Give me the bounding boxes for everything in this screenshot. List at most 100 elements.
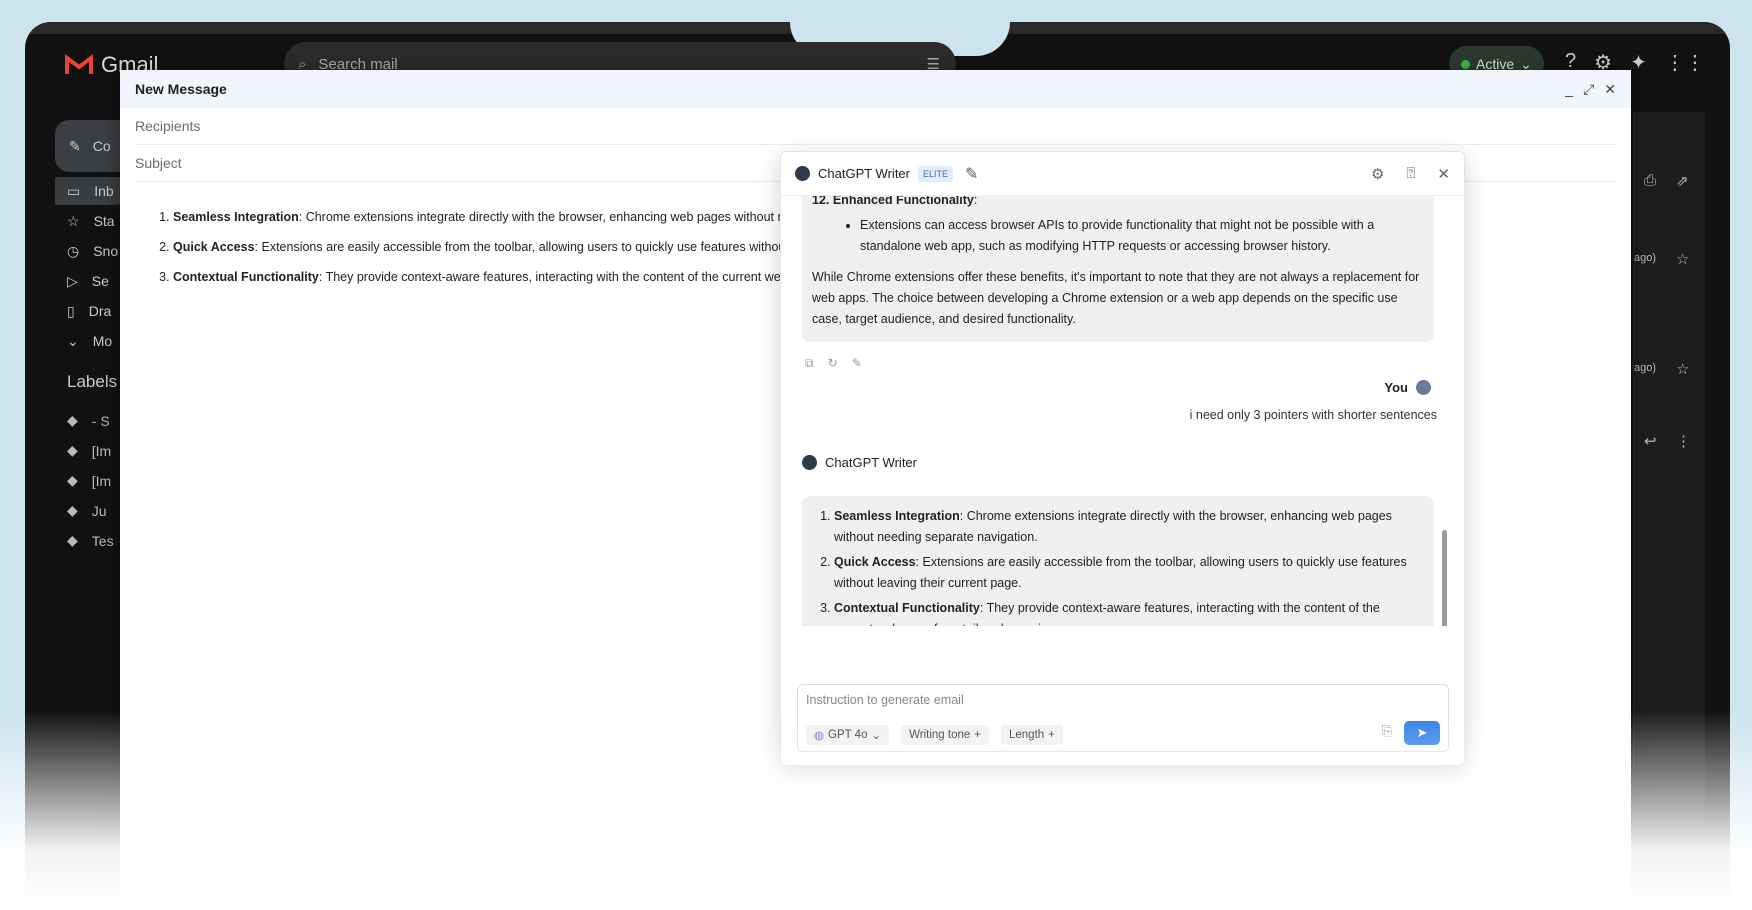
font-select[interactable]: Sans Serif bbox=[192, 869, 252, 884]
redo-icon[interactable]: ↷ bbox=[167, 868, 178, 884]
panel-title: ChatGPT Writer bbox=[818, 166, 910, 181]
more-vert-icon[interactable]: ⋮ bbox=[1676, 432, 1691, 450]
nav-starred[interactable]: ☆ Sta bbox=[55, 207, 130, 235]
previous-response: 12. Enhanced Functionality: Extensions c… bbox=[802, 196, 1434, 342]
nav-label: Mo bbox=[92, 333, 113, 349]
label-item[interactable]: ◆ [Im bbox=[67, 472, 111, 489]
label-icon: ◆ bbox=[67, 502, 78, 518]
send-icon: ➤ bbox=[1416, 725, 1428, 740]
label-icon: ◆ bbox=[67, 412, 78, 428]
nav-sent[interactable]: ▷ Se bbox=[55, 267, 130, 295]
item-text: : Chrome extensions integrate directly w… bbox=[298, 210, 799, 224]
edit-icon[interactable]: ✎ bbox=[852, 356, 862, 371]
prev-heading-text: 12. Enhanced Functionality bbox=[812, 196, 974, 207]
text-color-icon[interactable]: A bbox=[358, 869, 367, 884]
options-row: ◍ GPT 4o ⌄ Writing tone + Length + bbox=[806, 725, 1063, 745]
nav-label: Se bbox=[91, 273, 109, 289]
nav-label: Inb bbox=[94, 183, 114, 199]
strikethrough-icon[interactable]: S bbox=[525, 869, 534, 884]
bookmark-icon[interactable]: ⎘ bbox=[1382, 723, 1392, 739]
close-icon[interactable]: ✕ bbox=[1437, 165, 1450, 183]
label-icon: ◆ bbox=[67, 442, 78, 458]
reply-icon[interactable]: ↩ bbox=[1644, 432, 1657, 450]
bold-icon[interactable]: B bbox=[294, 869, 303, 884]
bot-name: ChatGPT Writer bbox=[825, 455, 917, 470]
item-title: Contextual Functionality bbox=[173, 270, 319, 284]
label-item[interactable]: ◆ [Im bbox=[67, 442, 111, 459]
chatgpt-writer-panel: ChatGPT Writer ELITE ✎ ⚙ ⍰ ✕ 12. Enhance… bbox=[780, 151, 1465, 766]
compose-title: New Message bbox=[135, 81, 227, 97]
chat-scrollbar[interactable] bbox=[1442, 210, 1447, 626]
nav-label: Sta bbox=[93, 213, 115, 229]
label-item[interactable]: ◆ - S bbox=[67, 412, 110, 429]
numbered-list-icon[interactable]: ⁝≡ bbox=[402, 868, 414, 884]
quote-icon[interactable]: ❝ bbox=[504, 868, 511, 884]
align-icon[interactable]: ≡ bbox=[381, 869, 389, 884]
nav-label: Dra bbox=[88, 303, 112, 319]
open-new-icon[interactable]: ⇗ bbox=[1676, 172, 1689, 190]
send-button[interactable]: ➤ bbox=[1404, 721, 1440, 745]
item-title: Seamless Integration bbox=[834, 509, 960, 523]
regenerate-icon[interactable]: ↻ bbox=[828, 356, 838, 371]
feedback-icon[interactable]: ⍰ bbox=[1406, 165, 1415, 183]
minimize-icon[interactable]: _ bbox=[1565, 81, 1573, 98]
underline-icon[interactable]: U bbox=[335, 869, 344, 884]
item-text: : Extensions are easily accessible from … bbox=[834, 555, 1407, 590]
clear-format-icon[interactable]: T̸ bbox=[548, 869, 556, 884]
model-select[interactable]: ◍ GPT 4o ⌄ bbox=[806, 725, 890, 745]
fullscreen-icon[interactable]: ⤢ bbox=[1583, 81, 1594, 98]
nav-inbox[interactable]: ▭ Inb bbox=[55, 177, 130, 205]
reading-pane: ⎙ ⇗ ago) ☆ ago) ☆ ↩ ⋮ bbox=[1633, 112, 1705, 832]
undo-icon[interactable]: ↶ bbox=[142, 868, 153, 884]
nav-drafts[interactable]: ▯ Dra bbox=[55, 297, 130, 325]
chevron-down-icon: ⌄ bbox=[871, 730, 882, 742]
clock-icon: ◷ bbox=[67, 242, 80, 259]
gear-icon[interactable]: ⚙ bbox=[1371, 165, 1384, 183]
italic-icon[interactable]: I bbox=[317, 869, 321, 884]
prev-heading-tail: : bbox=[973, 196, 978, 207]
scrollbar-thumb[interactable] bbox=[1442, 530, 1447, 626]
list-item: Extensions can access browser APIs to pr… bbox=[860, 215, 1424, 257]
snippet-time: ago) bbox=[1634, 252, 1657, 264]
close-icon[interactable]: ✕ bbox=[1604, 81, 1616, 98]
format-toolbar: ↶ ↷ Sans Serif тT B I U A ≡ ⁝≡ •≡ ⇤ ⇥ ❝ … bbox=[132, 862, 566, 890]
item-title: Seamless Integration bbox=[173, 210, 299, 224]
compose-header: New Message _ ⤢ ✕ bbox=[120, 70, 1631, 108]
label-item[interactable]: ◆ Tes bbox=[67, 532, 114, 549]
prev-bullets: Extensions can access browser APIs to pr… bbox=[812, 215, 1424, 257]
inbox-icon: ▭ bbox=[67, 182, 81, 199]
writing-tone-button[interactable]: Writing tone + bbox=[901, 725, 989, 745]
recipients-field[interactable]: Recipients bbox=[135, 108, 1616, 145]
nav-more[interactable]: ⌄ Mo bbox=[55, 327, 130, 355]
snippet-time: ago) bbox=[1634, 362, 1657, 374]
copy-icon[interactable]: ⧉ bbox=[805, 356, 814, 371]
panel-header: ChatGPT Writer ELITE ✎ ⚙ ⍰ ✕ bbox=[781, 152, 1464, 196]
apps-grid-icon[interactable]: ⋮⋮ bbox=[1665, 50, 1705, 75]
font-size-icon[interactable]: тT bbox=[266, 869, 280, 884]
length-button[interactable]: Length + bbox=[1000, 725, 1063, 745]
user-name: You bbox=[1384, 380, 1408, 395]
plus-icon: + bbox=[974, 729, 981, 741]
sparkle-icon[interactable]: ✦ bbox=[1630, 50, 1647, 75]
star-icon[interactable]: ☆ bbox=[1676, 360, 1689, 378]
edit-icon[interactable]: ✎ bbox=[965, 164, 978, 184]
star-icon: ☆ bbox=[67, 212, 80, 229]
instruction-input[interactable]: Instruction to generate email bbox=[806, 693, 964, 707]
label-name: [Im bbox=[91, 442, 112, 459]
star-icon[interactable]: ☆ bbox=[1676, 250, 1689, 268]
list-item: Contextual Functionality: They provide c… bbox=[834, 598, 1420, 626]
labels-heading: Labels bbox=[67, 372, 118, 391]
label-icon: ◆ bbox=[67, 532, 78, 548]
bullet-list-icon[interactable]: •≡ bbox=[428, 869, 440, 884]
compose-label: Co bbox=[92, 138, 111, 154]
label-name: Tes bbox=[91, 532, 114, 549]
print-icon[interactable]: ⎙ bbox=[1644, 172, 1656, 189]
instruction-input-box[interactable]: Instruction to generate email ◍ GPT 4o ⌄ W… bbox=[797, 684, 1449, 752]
indent-less-icon[interactable]: ⇤ bbox=[454, 868, 465, 884]
bot-label: ChatGPT Writer bbox=[802, 455, 917, 470]
label-item[interactable]: ◆ Ju bbox=[67, 502, 107, 519]
nav-snoozed[interactable]: ◷ Sno bbox=[55, 237, 130, 265]
chat-history[interactable]: 12. Enhanced Functionality: Extensions c… bbox=[781, 196, 1464, 626]
indent-more-icon[interactable]: ⇥ bbox=[479, 868, 490, 884]
item-text: : Extensions are easily accessible from … bbox=[254, 240, 796, 254]
